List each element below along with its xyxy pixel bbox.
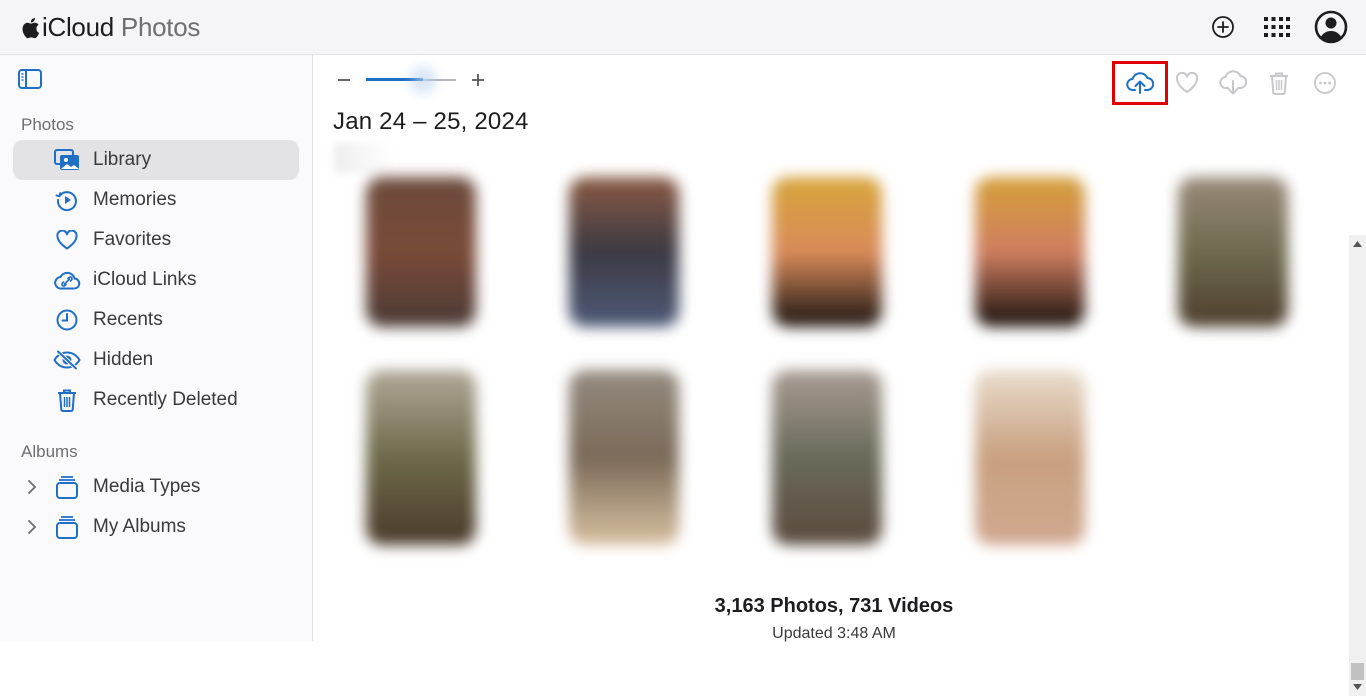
slider-thumb[interactable] [413,71,432,89]
sidebar-item-hidden[interactable]: Hidden [13,340,299,380]
sidebar-item-my-albums[interactable]: My Albums [13,507,299,547]
sidebar-item-label: Memories [93,189,177,210]
zoom-control [334,67,488,93]
blurred-label [334,143,394,173]
sidebar-item-icloud-links[interactable]: iCloud Links [13,260,299,300]
photo-grid [334,143,1348,573]
zoom-in-button[interactable] [468,67,488,93]
scroll-up-arrow[interactable] [1349,237,1366,251]
scroll-down-arrow[interactable] [1349,680,1366,694]
photo-thumbnail[interactable] [975,177,1085,327]
photo-thumbnail[interactable] [772,370,882,545]
main-content: Jan 24 – 25, 2024 3,163 Photos, 731 Vide… [314,55,1366,696]
trash-icon [53,388,81,412]
photo-actions-toolbar [1112,61,1348,105]
sidebar-item-media-types[interactable]: Media Types [13,467,299,507]
eye-slash-icon [53,348,81,372]
vertical-scrollbar[interactable] [1349,235,1366,696]
library-count: 3,163 Photos, 731 Videos [714,595,954,617]
delete-button[interactable] [1256,65,1302,101]
photo-thumbnail[interactable] [569,177,679,327]
zoom-slider[interactable] [366,67,456,93]
favorite-button[interactable] [1164,65,1210,101]
account-icon [1314,10,1348,44]
photo-thumbnail[interactable] [569,370,679,545]
sidebar-item-label: Recents [93,309,163,330]
chevron-right-icon[interactable] [25,519,39,535]
download-button[interactable] [1210,65,1256,101]
memories-icon [53,188,81,212]
more-button[interactable] [1302,65,1348,101]
sidebar-toggle-icon [18,69,42,89]
photos-section-title: Photos [21,115,74,134]
app-grid-button[interactable] [1260,10,1294,44]
add-circle-icon [1212,16,1234,38]
photo-thumbnail[interactable] [366,177,476,327]
sidebar-item-label: iCloud Links [93,269,197,290]
album-stack-icon [53,515,81,539]
photo-thumbnail[interactable] [1178,177,1288,327]
heart-icon [1175,72,1199,93]
photo-thumbnail[interactable] [772,177,882,327]
sidebar-toggle-button[interactable] [18,69,42,91]
trash-icon [1270,72,1288,95]
sidebar: Photos Library Memories Favorites iCloud… [0,55,313,641]
heart-icon [53,228,81,252]
photo-thumbnail[interactable] [975,370,1085,545]
sidebar-item-recently-deleted[interactable]: Recently Deleted [13,380,299,420]
sidebar-item-library[interactable]: Library [13,140,299,180]
sidebar-item-label: Favorites [93,229,172,250]
last-updated: Updated 3:48 AM [772,625,896,642]
sidebar-item-label: Recently Deleted [93,389,238,410]
top-bar: iCloud Photos [0,0,1366,55]
albums-section-title: Albums [21,442,78,461]
sidebar-item-favorites[interactable]: Favorites [13,220,299,260]
chevron-right-icon[interactable] [25,479,39,495]
album-stack-icon [53,475,81,499]
zoom-out-button[interactable] [334,67,354,93]
brand-photos: Photos [120,12,201,42]
minus-icon [338,79,350,81]
more-ellipsis-icon [1314,72,1336,94]
account-button[interactable] [1314,10,1348,44]
sidebar-item-label: Media Types [93,476,201,497]
cloud-upload-icon [1126,72,1154,94]
app-brand[interactable]: iCloud Photos [20,12,200,43]
clock-icon [53,308,81,332]
sidebar-item-memories[interactable]: Memories [13,180,299,220]
scrollbar-thumb[interactable] [1351,663,1364,680]
photo-thumbnail[interactable] [366,370,476,545]
cloud-download-icon [1219,70,1247,95]
sidebar-item-label: My Albums [93,516,186,537]
sidebar-item-label: Library [93,149,152,170]
library-icon [53,148,81,172]
date-range-title: Jan 24 – 25, 2024 [333,108,529,135]
app-grid-icon [1264,17,1290,37]
sidebar-item-recents[interactable]: Recents [13,300,299,340]
brand-icloud: iCloud [42,12,114,42]
apple-logo-icon [22,17,40,38]
add-button[interactable] [1206,10,1240,44]
upload-button[interactable] [1112,61,1168,105]
cloud-link-icon [53,268,81,292]
sidebar-item-label: Hidden [93,349,154,370]
plus-icon [472,74,484,86]
